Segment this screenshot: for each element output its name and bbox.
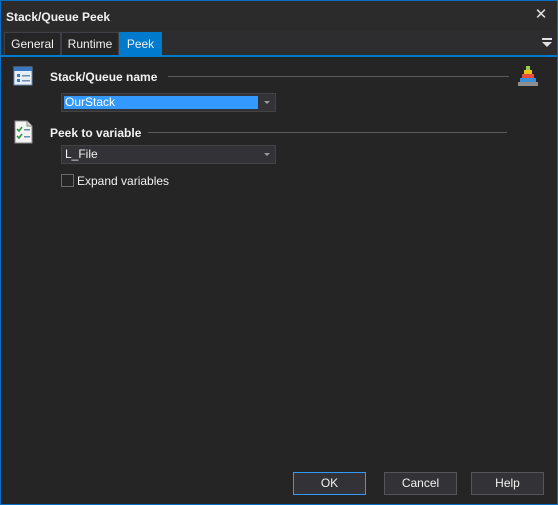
checklist-icon: [13, 120, 35, 144]
expand-variables-label[interactable]: Expand variables: [77, 174, 169, 188]
expand-variables-checkbox[interactable]: [61, 174, 74, 187]
section-divider: [148, 132, 507, 133]
help-button[interactable]: Help: [471, 472, 544, 495]
tab-menu-icon[interactable]: [541, 37, 553, 49]
section-divider: [168, 76, 509, 77]
ok-button[interactable]: OK: [293, 472, 366, 495]
tab-runtime[interactable]: Runtime: [61, 32, 119, 55]
close-button[interactable]: ✕: [531, 5, 551, 25]
peek-panel: [1, 57, 557, 504]
dialog-window: Stack/Queue Peek ✕ General Runtime Peek …: [0, 0, 558, 505]
chevron-down-icon[interactable]: [259, 146, 275, 163]
peek-to-variable-label: Peek to variable: [50, 126, 142, 140]
window-title: Stack/Queue Peek: [6, 10, 111, 24]
stack-queue-name-value: OurStack: [64, 96, 258, 109]
stack-pyramid-icon[interactable]: [517, 65, 539, 89]
stack-queue-name-label: Stack/Queue name: [50, 70, 158, 84]
tab-peek[interactable]: Peek: [119, 32, 162, 55]
stack-queue-name-combo[interactable]: OurStack: [61, 93, 276, 112]
chevron-down-icon[interactable]: [259, 94, 275, 111]
peek-variable-combo[interactable]: L_File: [61, 145, 276, 164]
peek-variable-value: L_File: [65, 147, 98, 161]
cancel-button[interactable]: Cancel: [384, 472, 457, 495]
form-icon: [13, 65, 35, 89]
tab-strip: General Runtime Peek: [1, 31, 557, 57]
tab-general[interactable]: General: [4, 32, 61, 55]
title-bar: Stack/Queue Peek ✕: [1, 1, 557, 31]
